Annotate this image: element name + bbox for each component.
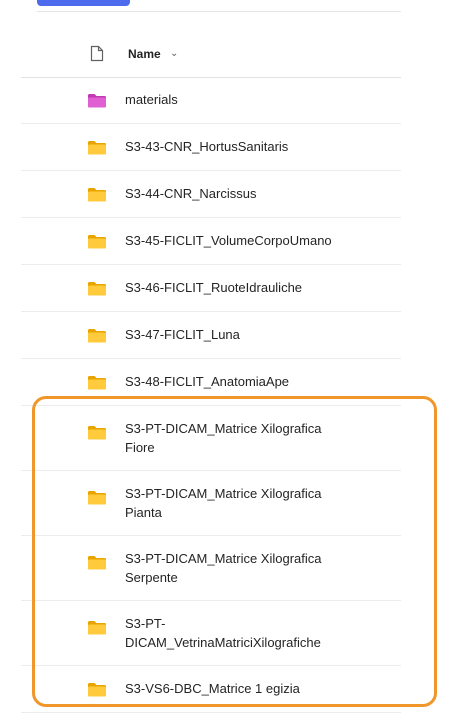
folder-icon	[87, 93, 107, 113]
list-item-label: S3-45-FICLIT_VolumeCorpoUmano	[125, 233, 332, 248]
list-item[interactable]: S3-44-CNR_Narcissus	[21, 171, 401, 218]
list-item-label: S3-PT-DICAM_Matrice Xilografica Serpente	[125, 551, 322, 585]
list-item[interactable]: S3-PT-DICAM_Matrice Xilografica Serpente	[21, 536, 401, 601]
folder-icon	[87, 620, 107, 640]
list-item[interactable]: S3-47-FICLIT_Luna	[21, 312, 401, 359]
name-column-header[interactable]: Name	[128, 47, 161, 61]
list-item-label: S3-46-FICLIT_RuoteIdrauliche	[125, 280, 303, 295]
folder-icon	[87, 490, 107, 510]
file-list: materials S3-43-CNR_HortusSanitaris S3-4…	[21, 77, 401, 713]
list-item-label: S3-47-FICLIT_Luna	[125, 327, 240, 342]
list-item-label: S3-PT-DICAM_Matrice Xilografica Fiore	[125, 421, 322, 455]
new-button[interactable]	[37, 0, 130, 6]
folder-icon	[87, 140, 107, 160]
list-item-label: materials	[125, 92, 178, 107]
list-item[interactable]: S3-VS6-DBC_Matrice 1 egizia	[21, 666, 401, 713]
list-item[interactable]: S3-48-FICLIT_AnatomiaApe	[21, 359, 401, 406]
list-item[interactable]: S3-45-FICLIT_VolumeCorpoUmano	[21, 218, 401, 265]
list-item-label: S3-48-FICLIT_AnatomiaApe	[125, 374, 290, 389]
column-header: Name ⌄	[21, 33, 401, 78]
list-item-label: S3-VS6-DBC_Matrice 1 egizia	[125, 681, 300, 696]
list-item[interactable]: S3-PT- DICAM_VetrinaMatriciXilografiche	[21, 601, 401, 666]
folder-icon	[87, 187, 107, 207]
folder-icon	[87, 425, 107, 445]
folder-icon	[87, 555, 107, 575]
list-item[interactable]: S3-PT-DICAM_Matrice Xilografica Pianta	[21, 471, 401, 536]
folder-icon	[87, 234, 107, 254]
chevron-down-icon[interactable]: ⌄	[170, 48, 178, 59]
list-item[interactable]: S3-43-CNR_HortusSanitaris	[21, 124, 401, 171]
list-item-label: S3-43-CNR_HortusSanitaris	[125, 139, 289, 154]
folder-icon	[87, 281, 107, 301]
list-item[interactable]: S3-46-FICLIT_RuoteIdrauliche	[21, 265, 401, 312]
folder-icon	[87, 682, 107, 702]
list-item-label: S3-44-CNR_Narcissus	[125, 186, 257, 201]
toolbar-divider	[37, 11, 401, 12]
file-icon	[90, 45, 104, 67]
list-item[interactable]: S3-PT-DICAM_Matrice Xilografica Fiore	[21, 406, 401, 471]
folder-icon	[87, 328, 107, 348]
list-item-label: S3-PT-DICAM_Matrice Xilografica Pianta	[125, 486, 322, 520]
list-item[interactable]: materials	[21, 77, 401, 124]
list-item-label: S3-PT- DICAM_VetrinaMatriciXilografiche	[125, 616, 321, 650]
folder-icon	[87, 375, 107, 395]
